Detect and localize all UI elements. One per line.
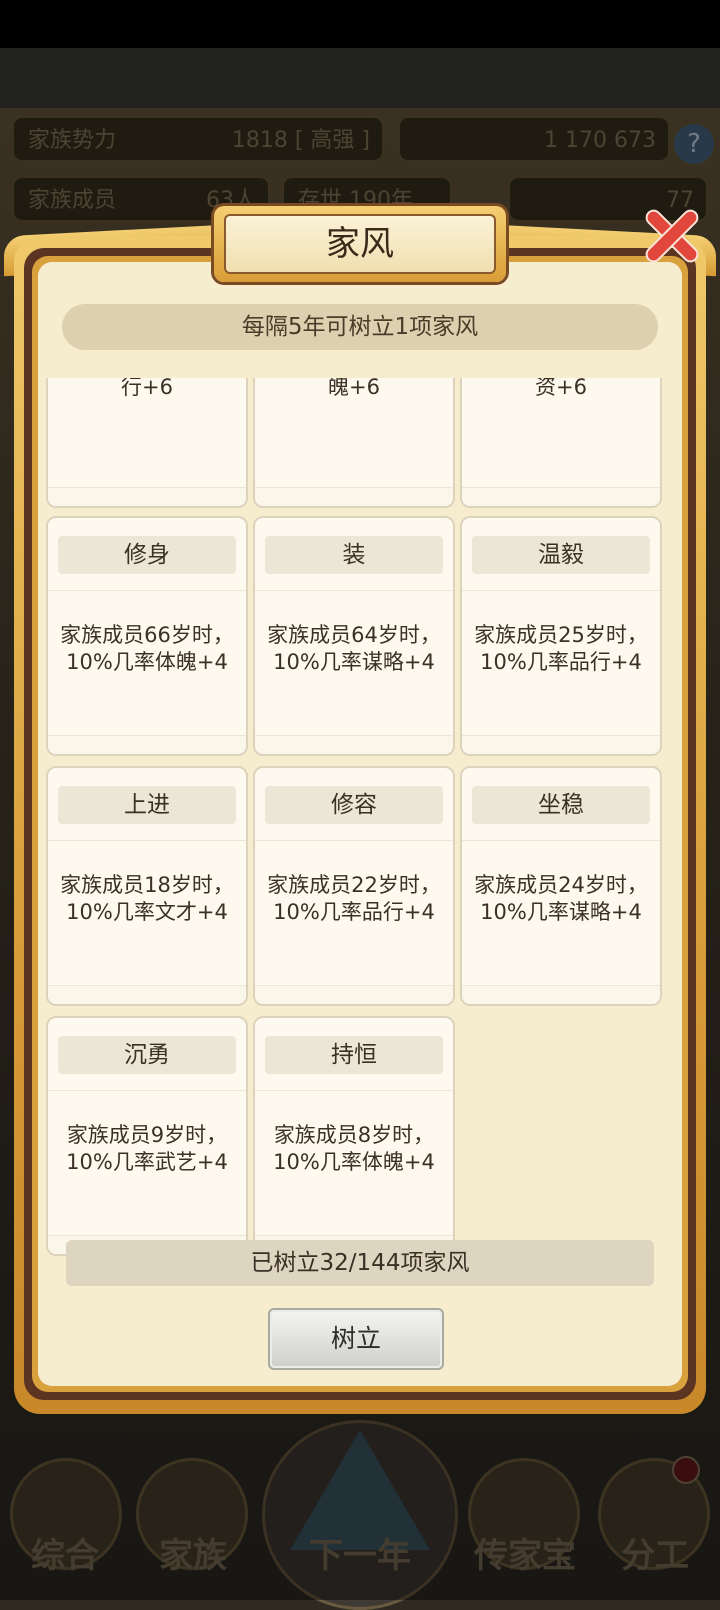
card-divider	[462, 840, 660, 841]
family-style-card[interactable]: 持恒 家族成员8岁时，10%几率体魄+4	[253, 1016, 455, 1256]
card-description: 家族成员18岁时，10%几率文才+4	[60, 873, 234, 924]
card-footer	[462, 985, 660, 1004]
family-style-grid[interactable]: 行+6 魄+6 资+6 修身 家族成员66岁时，10%几率体魄+4 装 家族成员…	[46, 378, 674, 1338]
family-style-card[interactable]: 温毅 家族成员25岁时，10%几率品行+4	[460, 516, 662, 756]
family-style-card[interactable]: 行+6	[46, 378, 248, 508]
family-style-card[interactable]: 坐稳 家族成员24岁时，10%几率谋略+4	[460, 766, 662, 1006]
card-description: 家族成员24岁时，10%几率谋略+4	[474, 873, 648, 924]
card-name: 持恒	[265, 1036, 443, 1074]
card-description: 家族成员66岁时，10%几率体魄+4	[60, 623, 234, 674]
card-footer	[48, 735, 246, 754]
family-style-card[interactable]: 资+6	[460, 378, 662, 508]
card-name: 坐稳	[472, 786, 650, 824]
establish-button[interactable]: 树立	[268, 1308, 444, 1370]
family-style-card[interactable]: 沉勇 家族成员9岁时，10%几率武艺+4	[46, 1016, 248, 1256]
interval-hint: 每隔5年可树立1项家风	[62, 304, 658, 350]
card-description: 行+6	[121, 378, 173, 399]
card-name: 沉勇	[58, 1036, 236, 1074]
family-style-card[interactable]: 修容 家族成员22岁时，10%几率品行+4	[253, 766, 455, 1006]
family-style-card[interactable]: 魄+6	[253, 378, 455, 508]
card-divider	[255, 1090, 453, 1091]
card-divider	[48, 840, 246, 841]
close-button[interactable]	[634, 198, 708, 272]
card-divider	[48, 590, 246, 591]
card-name: 上进	[58, 786, 236, 824]
card-name: 装	[265, 536, 443, 574]
card-description: 家族成员22岁时，10%几率品行+4	[267, 873, 441, 924]
dialog-title: 家风	[224, 214, 496, 274]
card-description: 家族成员64岁时，10%几率谋略+4	[267, 623, 441, 674]
card-footer	[255, 735, 453, 754]
family-style-card[interactable]: 修身 家族成员66岁时，10%几率体魄+4	[46, 516, 248, 756]
card-footer	[48, 985, 246, 1004]
card-description: 家族成员9岁时，10%几率武艺+4	[66, 1123, 228, 1174]
status-bar	[0, 0, 720, 48]
card-description: 家族成员8岁时，10%几率体魄+4	[273, 1123, 435, 1174]
family-style-card[interactable]: 装 家族成员64岁时，10%几率谋略+4	[253, 516, 455, 756]
card-description: 魄+6	[328, 378, 380, 399]
card-footer	[48, 487, 246, 506]
card-footer	[462, 735, 660, 754]
card-divider	[255, 840, 453, 841]
card-footer	[255, 985, 453, 1004]
established-counter: 已树立32/144项家风	[66, 1240, 654, 1286]
card-divider	[462, 590, 660, 591]
card-description: 家族成员25岁时，10%几率品行+4	[474, 623, 648, 674]
family-style-card[interactable]: 上进 家族成员18岁时，10%几率文才+4	[46, 766, 248, 1006]
card-footer	[462, 487, 660, 506]
family-style-dialog: 家风 每隔5年可树立1项家风 行+6 魄+6 资+6 修身 家族成员66岁时，1…	[4, 206, 716, 1414]
card-name: 修容	[265, 786, 443, 824]
dialog-title-plate: 家风	[214, 206, 506, 282]
card-divider	[255, 590, 453, 591]
card-footer	[255, 487, 453, 506]
card-description: 资+6	[535, 378, 587, 399]
card-divider	[48, 1090, 246, 1091]
card-name: 修身	[58, 536, 236, 574]
card-name: 温毅	[472, 536, 650, 574]
